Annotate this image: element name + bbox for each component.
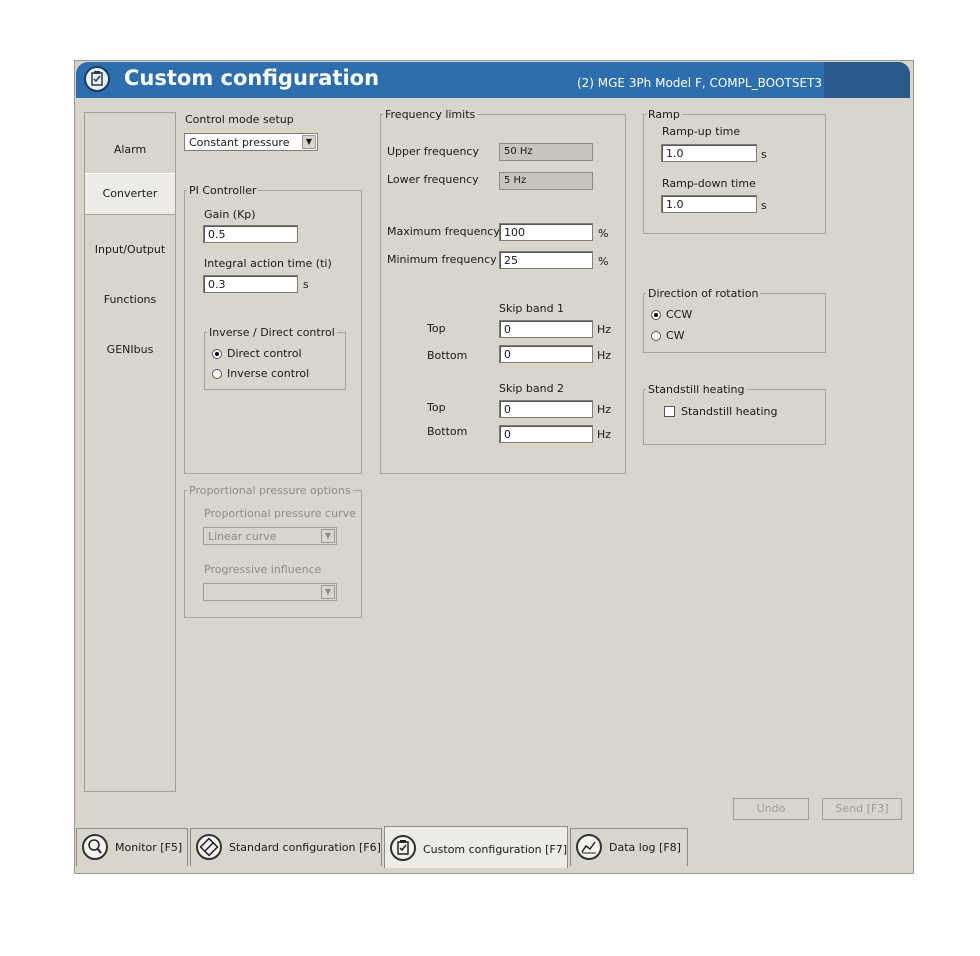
- page-title: Custom configuration: [124, 66, 380, 90]
- skip-band-1-bottom-input[interactable]: 0: [499, 345, 593, 363]
- skip-band-1-top-input[interactable]: 0: [499, 320, 593, 338]
- sidebar-item-alarm[interactable]: Alarm: [85, 143, 175, 156]
- tab-custom-configuration-label: Custom configuration [F7]: [423, 843, 568, 856]
- integral-time-input[interactable]: 0.3: [203, 275, 298, 293]
- min-frequency-unit: %: [598, 255, 609, 268]
- skip-band-1-top-unit: Hz: [597, 323, 612, 336]
- gain-input[interactable]: 0.5: [203, 225, 298, 243]
- skip-band-2-top-label: Top: [427, 401, 446, 414]
- gain-label: Gain (Kp): [204, 208, 256, 221]
- sidebar-item-functions[interactable]: Functions: [85, 293, 175, 306]
- ramp-down-unit: s: [761, 199, 767, 212]
- skip-band-1-top-label: Top: [427, 322, 446, 335]
- progressive-influence-label: Progressive influence: [204, 563, 322, 576]
- upper-frequency-value: 50 Hz: [499, 143, 593, 161]
- tab-data-log-label: Data log [F8]: [609, 841, 681, 854]
- tab-monitor-label: Monitor [F5]: [115, 841, 183, 854]
- skip-band-1-bottom-label: Bottom: [427, 349, 468, 362]
- standstill-checkbox-label: Standstill heating: [681, 405, 778, 418]
- skip-band-2-bottom-unit: Hz: [597, 428, 612, 441]
- pi-controller-legend: PI Controller: [189, 184, 257, 197]
- direct-control-label: Direct control: [227, 347, 302, 360]
- control-mode-value: Constant pressure: [189, 136, 290, 149]
- tab-standard-configuration[interactable]: Standard configuration [F6]: [190, 828, 382, 866]
- send-button[interactable]: Send [F3]: [822, 798, 902, 820]
- sidebar-item-input-output[interactable]: Input/Output: [85, 243, 175, 256]
- pressure-curve-value: Linear curve: [208, 530, 277, 543]
- lower-frequency-label: Lower frequency: [387, 173, 479, 186]
- min-frequency-label: Minimum frequency: [387, 253, 497, 266]
- max-frequency-unit: %: [598, 227, 609, 240]
- control-mode-label: Control mode setup: [185, 113, 294, 126]
- magnifier-icon: [82, 834, 108, 860]
- chevron-down-icon[interactable]: ▼: [321, 585, 335, 599]
- clipboard-check-icon: [84, 66, 110, 92]
- ramp-up-input[interactable]: 1.0: [661, 144, 757, 162]
- skip-band-2-bottom-label: Bottom: [427, 425, 468, 438]
- direction-legend: Direction of rotation: [648, 287, 759, 300]
- cw-radio[interactable]: [651, 331, 661, 341]
- chevron-down-icon[interactable]: ▼: [302, 135, 316, 149]
- min-frequency-input[interactable]: 25: [499, 251, 593, 269]
- title-bar-end: [824, 62, 910, 98]
- upper-frequency-label: Upper frequency: [387, 145, 479, 158]
- direct-control-radio[interactable]: [212, 349, 222, 359]
- progressive-influence-select[interactable]: ▼: [203, 583, 337, 601]
- proportional-pressure-legend: Proportional pressure options: [189, 484, 351, 497]
- wrench-icon: [196, 834, 222, 860]
- undo-button[interactable]: Undo: [733, 798, 809, 820]
- integral-time-label: Integral action time (ti): [204, 257, 332, 270]
- max-frequency-input[interactable]: 100: [499, 223, 593, 241]
- pressure-curve-label: Proportional pressure curve: [204, 507, 356, 520]
- tab-standard-configuration-label: Standard configuration [F6]: [229, 841, 381, 854]
- ramp-legend: Ramp: [648, 108, 680, 121]
- skip-band-2-top-input[interactable]: 0: [499, 400, 593, 418]
- inverse-control-label: Inverse control: [227, 367, 310, 380]
- ramp-down-label: Ramp-down time: [662, 177, 756, 190]
- ccw-radio[interactable]: [651, 310, 661, 320]
- skip-band-1-title: Skip band 1: [499, 302, 565, 315]
- ramp-down-input[interactable]: 1.0: [661, 195, 757, 213]
- inverse-direct-legend: Inverse / Direct control: [209, 326, 335, 339]
- max-frequency-label: Maximum frequency: [387, 225, 500, 238]
- skip-band-2-top-unit: Hz: [597, 403, 612, 416]
- inverse-control-radio[interactable]: [212, 369, 222, 379]
- ramp-up-unit: s: [761, 148, 767, 161]
- device-subtitle: (2) MGE 3Ph Model F, COMPL_BOOTSET3: [576, 76, 822, 90]
- frequency-limits-legend: Frequency limits: [385, 108, 476, 121]
- sidebar: Alarm Converter Input/Output Functions G…: [84, 112, 176, 792]
- tab-custom-configuration[interactable]: Custom configuration [F7]: [384, 826, 568, 868]
- ramp-up-label: Ramp-up time: [662, 125, 741, 138]
- skip-band-2-title: Skip band 2: [499, 382, 565, 395]
- lower-frequency-value: 5 Hz: [499, 172, 593, 190]
- chevron-down-icon[interactable]: ▼: [321, 529, 335, 543]
- tab-data-log[interactable]: Data log [F8]: [570, 828, 688, 866]
- tab-monitor[interactable]: Monitor [F5]: [76, 828, 188, 866]
- clipboard-check-icon: [390, 835, 416, 861]
- integral-time-unit: s: [303, 278, 309, 291]
- frequency-limits-group: Frequency limits: [380, 108, 626, 474]
- standstill-checkbox[interactable]: [664, 406, 675, 417]
- title-bar: Custom configuration (2) MGE 3Ph Model F…: [76, 62, 910, 98]
- sidebar-item-genibus[interactable]: GENIbus: [85, 343, 175, 356]
- skip-band-2-bottom-input[interactable]: 0: [499, 425, 593, 443]
- sidebar-item-converter[interactable]: Converter: [85, 173, 175, 215]
- graph-icon: [576, 834, 602, 860]
- cw-label: CW: [666, 329, 685, 342]
- ccw-label: CCW: [666, 308, 693, 321]
- standstill-legend: Standstill heating: [648, 383, 745, 396]
- control-mode-select[interactable]: Constant pressure ▼: [184, 133, 318, 151]
- skip-band-1-bottom-unit: Hz: [597, 349, 612, 362]
- pressure-curve-select[interactable]: Linear curve ▼: [203, 527, 337, 545]
